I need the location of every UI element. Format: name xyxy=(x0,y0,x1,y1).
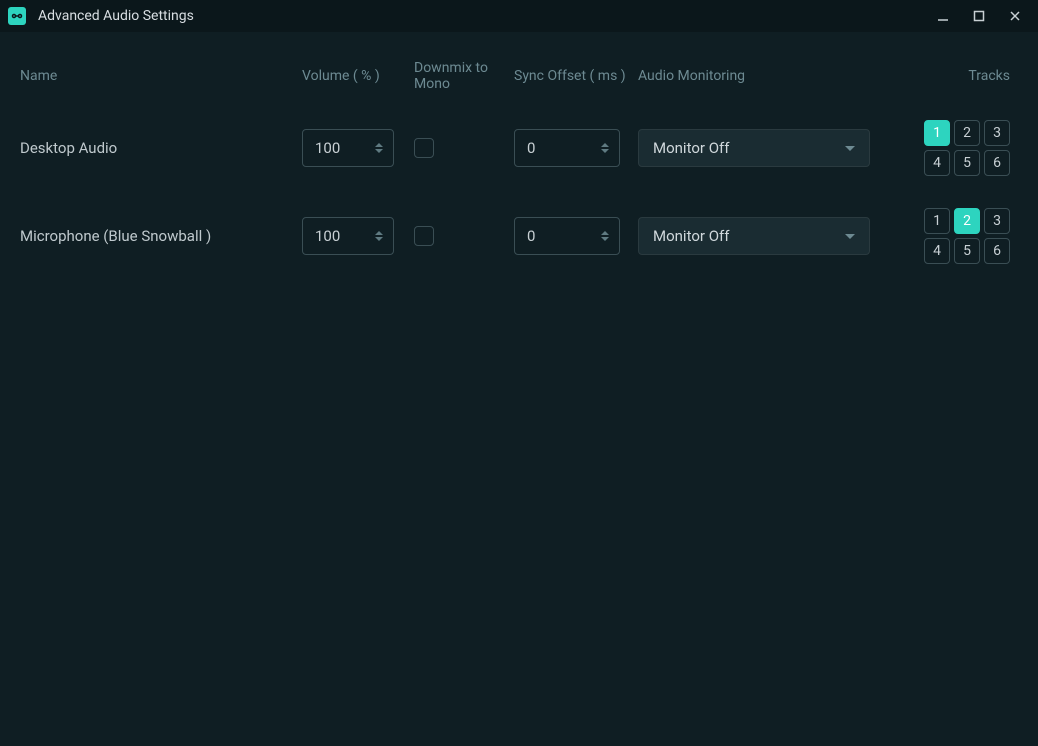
source-name: Desktop Audio xyxy=(20,139,302,157)
titlebar: Advanced Audio Settings xyxy=(0,0,1038,32)
downmix-checkbox[interactable] xyxy=(414,226,434,246)
spin-down-icon[interactable] xyxy=(375,149,383,153)
track-toggle-2[interactable]: 2 xyxy=(954,120,980,146)
audio-source-row: Desktop Audio 100 0 Monitor Off 123 456 xyxy=(20,120,1018,176)
tracks-group: 123 456 xyxy=(878,120,1018,176)
volume-value: 100 xyxy=(315,139,340,157)
header-sync: Sync Offset ( ms ) xyxy=(514,68,638,84)
app-icon xyxy=(8,7,26,25)
spin-up-icon[interactable] xyxy=(375,143,383,147)
track-toggle-5[interactable]: 5 xyxy=(954,238,980,264)
audio-monitoring-value: Monitor Off xyxy=(653,139,729,157)
track-toggle-1[interactable]: 1 xyxy=(924,208,950,234)
volume-value: 100 xyxy=(315,227,340,245)
spin-down-icon[interactable] xyxy=(601,237,609,241)
downmix-checkbox[interactable] xyxy=(414,138,434,158)
chevron-down-icon xyxy=(845,234,855,239)
close-button[interactable] xyxy=(1006,7,1024,25)
minimize-button[interactable] xyxy=(934,7,952,25)
audio-monitoring-select[interactable]: Monitor Off xyxy=(638,129,870,167)
sync-offset-input[interactable]: 0 xyxy=(514,217,620,255)
spin-up-icon[interactable] xyxy=(601,231,609,235)
track-toggle-4[interactable]: 4 xyxy=(924,238,950,264)
audio-source-row: Microphone (Blue Snowball ) 100 0 Monitor O… xyxy=(20,208,1018,264)
header-volume: Volume ( % ) xyxy=(302,68,414,84)
chevron-down-icon xyxy=(845,146,855,151)
tracks-group: 123 456 xyxy=(878,208,1018,264)
table-header: Name Volume ( % ) Downmix to Mono Sync O… xyxy=(20,60,1018,92)
sync-offset-value: 0 xyxy=(527,227,535,245)
audio-monitoring-value: Monitor Off xyxy=(653,227,729,245)
content-area: Name Volume ( % ) Downmix to Mono Sync O… xyxy=(0,32,1038,324)
track-toggle-4[interactable]: 4 xyxy=(924,150,950,176)
volume-input[interactable]: 100 xyxy=(302,129,394,167)
sync-offset-input[interactable]: 0 xyxy=(514,129,620,167)
header-monitoring: Audio Monitoring xyxy=(638,68,878,84)
audio-monitoring-select[interactable]: Monitor Off xyxy=(638,217,870,255)
track-toggle-5[interactable]: 5 xyxy=(954,150,980,176)
header-downmix: Downmix to Mono xyxy=(414,60,514,92)
maximize-button[interactable] xyxy=(970,7,988,25)
window-controls xyxy=(934,7,1030,25)
window-title: Advanced Audio Settings xyxy=(38,8,934,24)
track-toggle-1[interactable]: 1 xyxy=(924,120,950,146)
header-name: Name xyxy=(20,68,302,84)
sync-offset-value: 0 xyxy=(527,139,535,157)
spin-down-icon[interactable] xyxy=(601,149,609,153)
track-toggle-3[interactable]: 3 xyxy=(984,120,1010,146)
spin-up-icon[interactable] xyxy=(375,231,383,235)
volume-input[interactable]: 100 xyxy=(302,217,394,255)
track-toggle-2[interactable]: 2 xyxy=(954,208,980,234)
spin-down-icon[interactable] xyxy=(375,237,383,241)
track-toggle-6[interactable]: 6 xyxy=(984,150,1010,176)
source-name: Microphone (Blue Snowball ) xyxy=(20,227,302,245)
track-toggle-3[interactable]: 3 xyxy=(984,208,1010,234)
header-tracks: Tracks xyxy=(878,68,1018,84)
spin-up-icon[interactable] xyxy=(601,143,609,147)
track-toggle-6[interactable]: 6 xyxy=(984,238,1010,264)
